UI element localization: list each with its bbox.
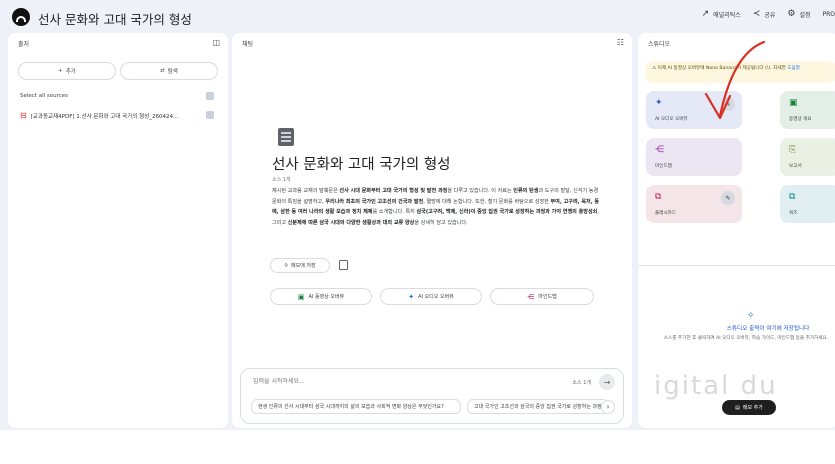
- summary-text: 을 상세히 담고 있습니다.: [414, 219, 468, 226]
- input-source-count: 소스 1개: [572, 380, 591, 386]
- card-label: 플래시카드: [655, 211, 677, 216]
- chat-input[interactable]: [253, 378, 513, 385]
- pin-icon: ⚲: [284, 262, 289, 269]
- summary-text: 제시된 교과용 교재의 발췌문은: [272, 188, 340, 194]
- share-label: 공유: [764, 11, 776, 19]
- summary-text: , 멸망에 대해 논합니다. 또한, 철기 문화를 바탕으로 성장한: [423, 198, 551, 205]
- card-label: 보고서: [789, 164, 802, 169]
- chevron-right-icon[interactable]: ›: [601, 400, 615, 414]
- audio-overview-button[interactable]: ✦ AI 오디오 오버뷰: [380, 288, 482, 305]
- discover-icon: ⇄: [160, 68, 165, 74]
- add-memo-button[interactable]: ▤ 메모 추가: [722, 400, 776, 415]
- video-overview-label: AI 동영상 오버뷰: [308, 294, 345, 300]
- mindmap-icon: ⋲: [655, 145, 664, 155]
- video-overview-button[interactable]: ▣ AI 동영상 오버뷰: [270, 288, 372, 305]
- send-button[interactable]: →: [599, 374, 615, 390]
- report-card[interactable]: ⎘ 보고서: [780, 138, 835, 176]
- source-item-label: [교과동교재4PDF] 1.선사 문화와 고대 국가의 형성_260424...: [30, 113, 179, 120]
- notebook-summary: 제시된 교과용 교재의 발췌문은 선사 시대 문화부터 고대 국가의 형성 및 …: [272, 186, 600, 228]
- audio-overview-icon: ✦: [655, 98, 663, 108]
- suggestion-chip[interactable]: 고대 국가인 고조선과 삼국의 중앙 집권 국가로 성장하는 과정은?: [467, 399, 609, 414]
- source-item-checkbox[interactable]: [206, 111, 214, 119]
- settings-button[interactable]: ⚙ 설정: [787, 9, 810, 19]
- copy-icon[interactable]: [339, 260, 348, 270]
- edit-pencil-icon[interactable]: ✎: [721, 191, 735, 205]
- analytics-button[interactable]: ↗ 애널리틱스: [702, 9, 741, 19]
- source-item[interactable]: ⊟ [교과동교재4PDF] 1.선사 문화와 고대 국가의 형성_260424.…: [20, 111, 178, 120]
- summary-text: 을 다루고 있습니다. 이 자료는: [447, 188, 514, 194]
- notebooklm-logo-icon[interactable]: [12, 8, 30, 26]
- notebook-app: 선사 문화와 고대 국가의 형성 ↗ 애널리틱스 ≺ 공유 ⚙ 설정 PRO 출…: [0, 0, 835, 430]
- flashcard-card[interactable]: ⧉ 플래시카드 ✎: [646, 185, 742, 223]
- card-label: 동영상 개요: [789, 117, 812, 122]
- red-arrow-annotation: [704, 40, 766, 120]
- arrow-right-icon: →: [603, 377, 611, 387]
- summary-highlight: 인류의 탄생: [513, 188, 539, 194]
- gear-icon: ⚙: [787, 9, 796, 19]
- settings-label: 설정: [799, 11, 811, 19]
- summary-highlight: 신분제에 따른 삼국 시대의 다양한 생활상과 대외 교류 양상: [287, 219, 415, 226]
- chat-input-box: 소스 1개 → 현생 인류의 선사 시대부터 삼국 시대까지의 삶의 모습과 사…: [240, 368, 624, 424]
- video-overview-icon: ▣: [789, 98, 798, 108]
- summary-highlight: 선사 시대 문화부터 고대 국가의 형성 및 발전 과정: [339, 188, 448, 194]
- analytics-label: 애널리틱스: [713, 11, 741, 19]
- flashcard-icon: ⧉: [655, 192, 662, 202]
- note-icon: ▤: [735, 404, 740, 411]
- suggestion-chip[interactable]: 현생 인류의 선사 시대부터 삼국 시대까지의 삶의 모습과 사회적 변화 양상…: [251, 399, 461, 414]
- quiz-card[interactable]: ⧉ 퀴즈: [780, 185, 835, 223]
- select-all-checkbox[interactable]: [206, 92, 214, 100]
- select-all-label: Select all sources: [20, 93, 69, 99]
- studio-empty-desc: 소스를 추가한 후 클릭하여 AI 오디오 오버뷰, 학습 가이드, 마인드맵 …: [663, 336, 829, 341]
- mindmap-button[interactable]: ⋲ 마인드맵: [490, 288, 594, 305]
- plus-icon: +: [58, 68, 63, 74]
- pro-label: PRO: [822, 10, 835, 18]
- studio-divider: [638, 265, 835, 266]
- notebook-icon: [278, 128, 294, 146]
- app-header: 선사 문화와 고대 국가의 형성 ↗ 애널리틱스 ≺ 공유 ⚙ 설정 PRO: [0, 0, 835, 34]
- card-label: 마인드맵: [655, 164, 672, 169]
- card-label: AI 오디오 오버뷰: [655, 117, 688, 122]
- summary-text: 를 소개합니다. 특히: [372, 209, 417, 215]
- studio-empty-title: 스튜디오 출력이 여기에 저장됩니다: [726, 326, 810, 332]
- sources-panel: 출처 ◫ + 추가 ⇄ 탐색 Select all sources ⊟ [교과동…: [8, 33, 228, 428]
- notebook-title[interactable]: 선사 문화와 고대 국가의 형성: [38, 9, 192, 28]
- analytics-icon: ↗: [701, 9, 710, 19]
- mindmap-card[interactable]: ⋲ 마인드맵: [646, 138, 742, 176]
- add-source-label: 추가: [65, 69, 76, 75]
- save-to-memo-button[interactable]: ⚲ 메모에 저장: [270, 258, 330, 273]
- summary-highlight: 우리나라 최초의 국가인 고조선의 건국과 발전: [325, 198, 424, 205]
- notice-link[interactable]: 도움말: [787, 66, 800, 71]
- video-overview-icon: ▣: [297, 292, 305, 301]
- save-to-memo-label: 메모에 저장: [291, 263, 316, 269]
- add-memo-label: 메모 추가: [742, 405, 763, 411]
- source-count: 소스 1개: [272, 177, 291, 183]
- pdf-file-icon: ⊟: [20, 111, 27, 120]
- share-icon: ≺: [752, 9, 761, 19]
- audio-overview-icon: ✦: [408, 292, 415, 301]
- mindmap-icon: ⋲: [527, 292, 535, 301]
- chat-options-icon[interactable]: ☷: [617, 38, 624, 47]
- discover-sources-button[interactable]: ⇄ 탐색: [120, 62, 218, 80]
- sources-heading: 출처: [18, 41, 30, 48]
- studio-heading: 스튜디오: [648, 41, 671, 48]
- chat-heading: 채팅: [242, 41, 254, 48]
- summary-highlight: 삼국(고구려, 백제, 신라)이 중앙 집권 국가로 성장하는 과정과 가야 연…: [416, 209, 598, 215]
- header-actions: ↗ 애널리틱스 ≺ 공유 ⚙ 설정 PRO: [702, 9, 835, 19]
- mindmap-label: 마인드맵: [538, 294, 557, 300]
- pro-badge[interactable]: PRO: [822, 11, 835, 18]
- collapse-panel-icon[interactable]: ◫: [212, 38, 220, 47]
- report-icon: ⎘: [789, 145, 797, 155]
- magic-wand-icon: ✧: [747, 311, 755, 321]
- card-label: 퀴즈: [789, 211, 798, 216]
- watermark: igital du: [654, 371, 778, 401]
- audio-overview-label: AI 오디오 오버뷰: [418, 294, 454, 300]
- video-overview-card[interactable]: ▣ 동영상 개요: [780, 91, 835, 129]
- quiz-icon: ⧉: [789, 192, 796, 202]
- chat-panel: 채팅 ☷ 선사 문화와 고대 국가의 형성 소스 1개 제시된 교과용 교재의 …: [232, 33, 632, 428]
- notebook-heading: 선사 문화와 고대 국가의 형성: [272, 157, 451, 173]
- discover-label: 탐색: [167, 69, 178, 75]
- add-source-button[interactable]: + 추가: [18, 62, 116, 80]
- share-button[interactable]: ≺ 공유: [753, 9, 776, 19]
